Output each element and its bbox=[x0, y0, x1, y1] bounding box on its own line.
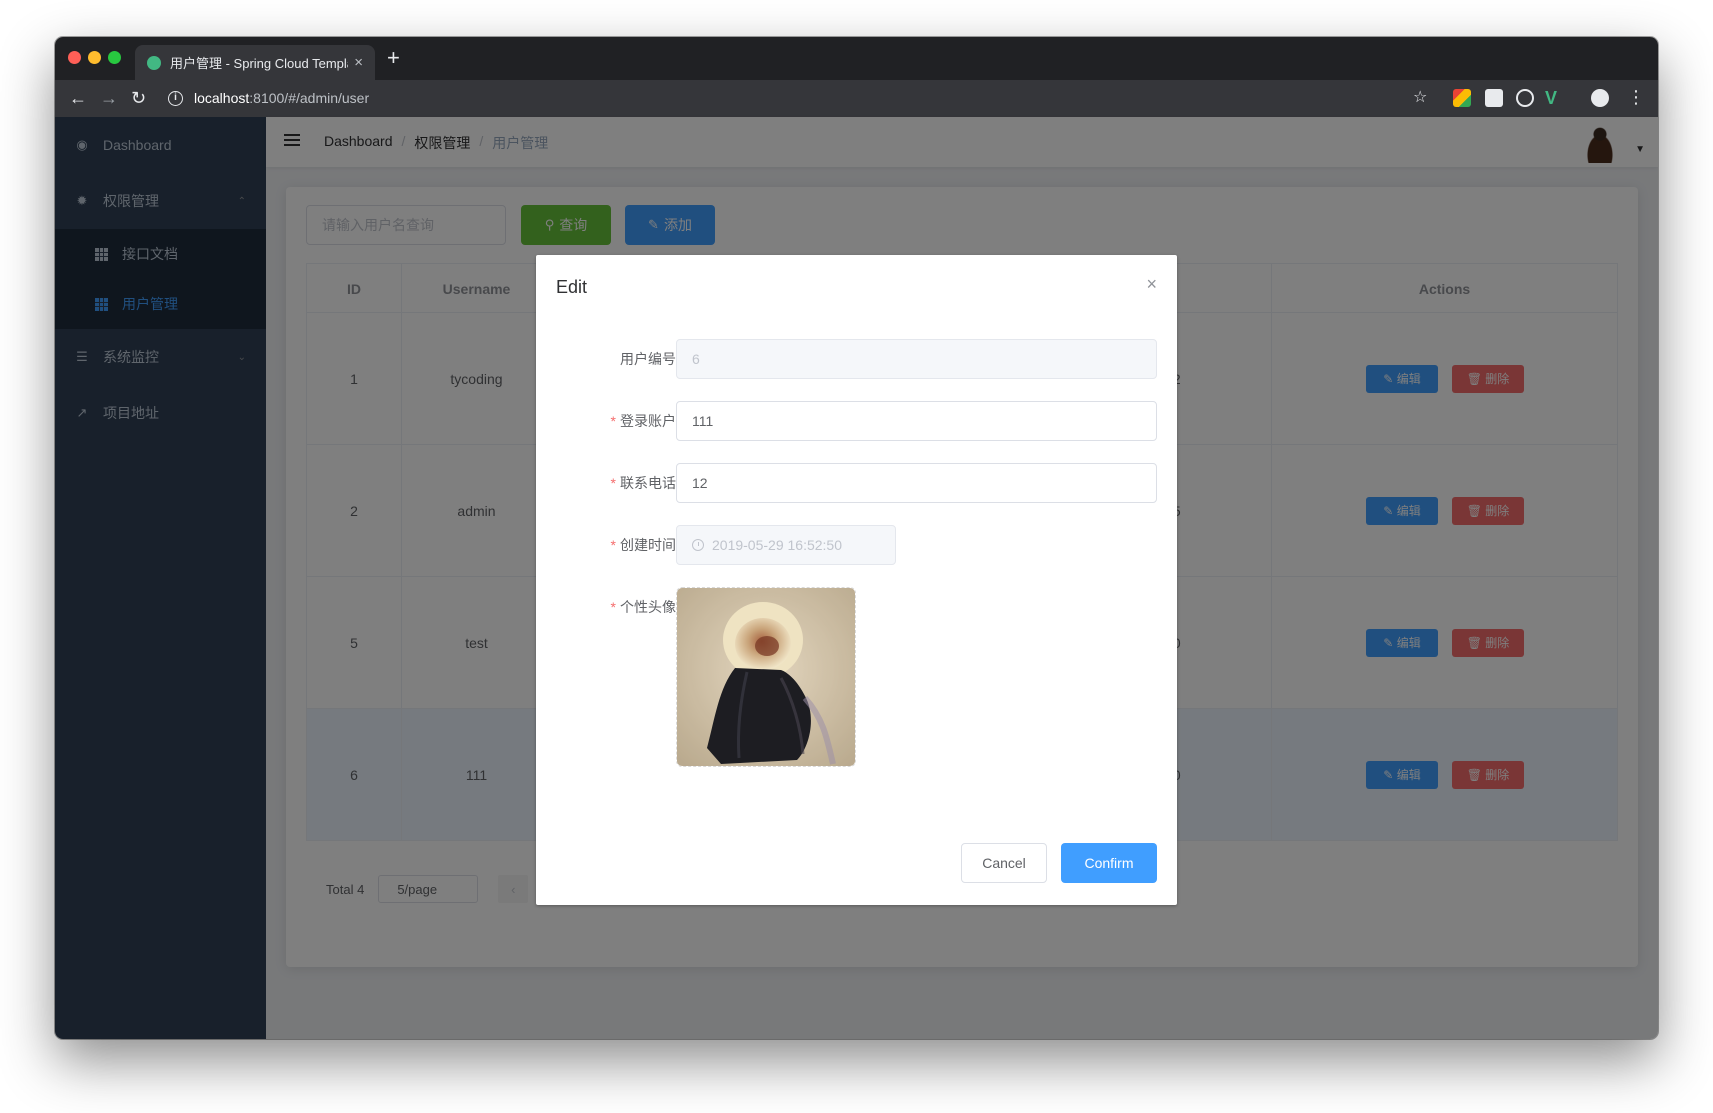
circle-extension-icon[interactable] bbox=[1516, 89, 1534, 107]
tab-title: 用户管理 - Spring Cloud Template bbox=[170, 56, 349, 71]
account-field[interactable]: 111 bbox=[676, 401, 1157, 441]
site-info-icon[interactable]: i bbox=[168, 90, 183, 106]
profile-icon[interactable] bbox=[1591, 89, 1609, 107]
close-window-button[interactable] bbox=[68, 51, 81, 64]
avatar-label: * 个性头像 bbox=[610, 599, 676, 615]
minimize-window-button[interactable] bbox=[88, 51, 101, 64]
back-arrow-icon[interactable]: ← bbox=[69, 88, 87, 108]
created-time-label: * 创建时间 bbox=[610, 537, 676, 553]
vue-devtools-icon[interactable]: V bbox=[1545, 89, 1563, 107]
color-extension-icon[interactable] bbox=[1453, 89, 1471, 107]
account-label: * 登录账户 bbox=[610, 413, 676, 429]
close-icon[interactable]: × bbox=[1146, 275, 1157, 293]
url-host: localhost bbox=[194, 90, 250, 106]
user-id-label: 用户编号 bbox=[620, 351, 676, 367]
clock-icon bbox=[692, 539, 704, 551]
cancel-button[interactable]: Cancel bbox=[961, 843, 1047, 883]
forward-arrow-icon[interactable]: → bbox=[100, 88, 118, 108]
extension-icon[interactable] bbox=[1485, 89, 1503, 107]
vue-favicon-icon bbox=[147, 55, 161, 70]
browser-window: 用户管理 - Spring Cloud Template × + ← → ↻ i… bbox=[55, 37, 1658, 1039]
more-menu-icon[interactable]: ⋮ bbox=[1627, 88, 1645, 107]
phone-field[interactable]: 12 bbox=[676, 463, 1157, 503]
reload-icon[interactable]: ↻ bbox=[131, 88, 146, 108]
avatar-painting-image bbox=[677, 588, 855, 766]
new-tab-button[interactable]: + bbox=[387, 47, 400, 69]
created-time-picker: 2019-05-29 16:52:50 bbox=[676, 525, 896, 565]
address-bar[interactable]: i localhost :8100/#/admin/user bbox=[168, 85, 488, 111]
tab-bar: 用户管理 - Spring Cloud Template × + bbox=[55, 37, 1658, 80]
dialog-title: Edit bbox=[556, 277, 588, 297]
browser-toolbar: ← → ↻ i localhost :8100/#/admin/user ☆ V… bbox=[55, 80, 1658, 117]
confirm-button[interactable]: Confirm bbox=[1061, 843, 1157, 883]
phone-label: * 联系电话 bbox=[610, 475, 676, 491]
maximize-window-button[interactable] bbox=[108, 51, 121, 64]
avatar-uploader[interactable] bbox=[676, 587, 856, 767]
url-path: :8100/#/admin/user bbox=[249, 90, 370, 106]
edit-dialog: Edit × 用户编号 6 * 登录账户 111 * 联系电话 12 * 创建时间 2… bbox=[536, 255, 1177, 905]
tab-close-icon[interactable]: × bbox=[354, 54, 363, 71]
bookmark-star-icon[interactable]: ☆ bbox=[1413, 89, 1431, 107]
user-id-field: 6 bbox=[676, 339, 1157, 379]
browser-tab[interactable]: 用户管理 - Spring Cloud Template × bbox=[135, 45, 375, 80]
